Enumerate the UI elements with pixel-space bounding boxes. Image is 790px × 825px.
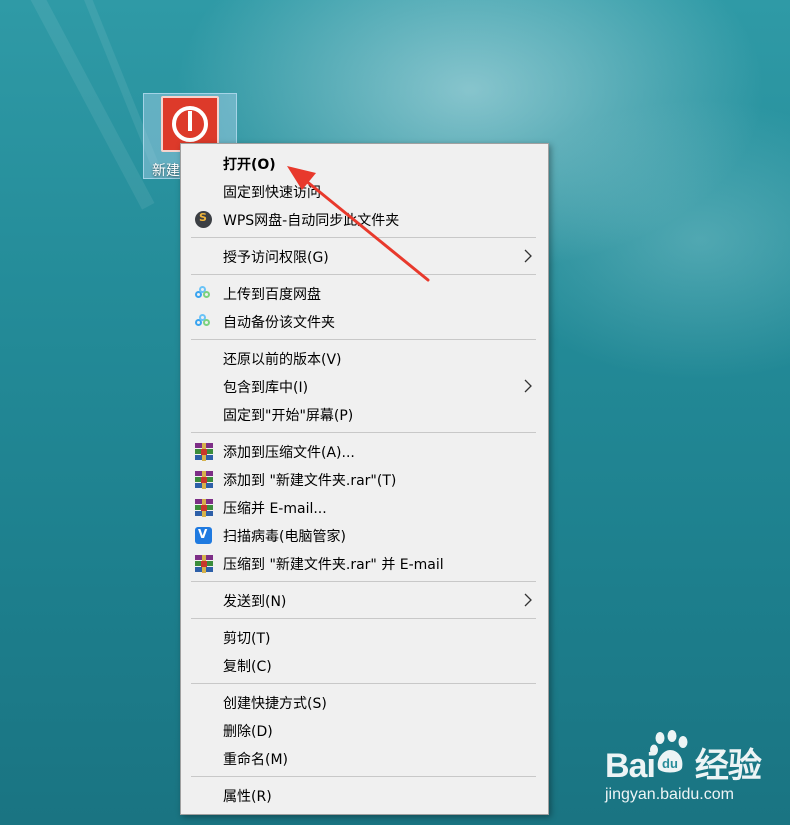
baidu-jingyan-watermark: Bai 经验 du jingyan.baidu.com — [605, 730, 762, 803]
annotation-arrow — [287, 166, 430, 282]
baidu-paw-icon: du — [650, 730, 688, 773]
svg-text:du: du — [662, 756, 678, 771]
watermark-url: jingyan.baidu.com — [605, 786, 734, 803]
